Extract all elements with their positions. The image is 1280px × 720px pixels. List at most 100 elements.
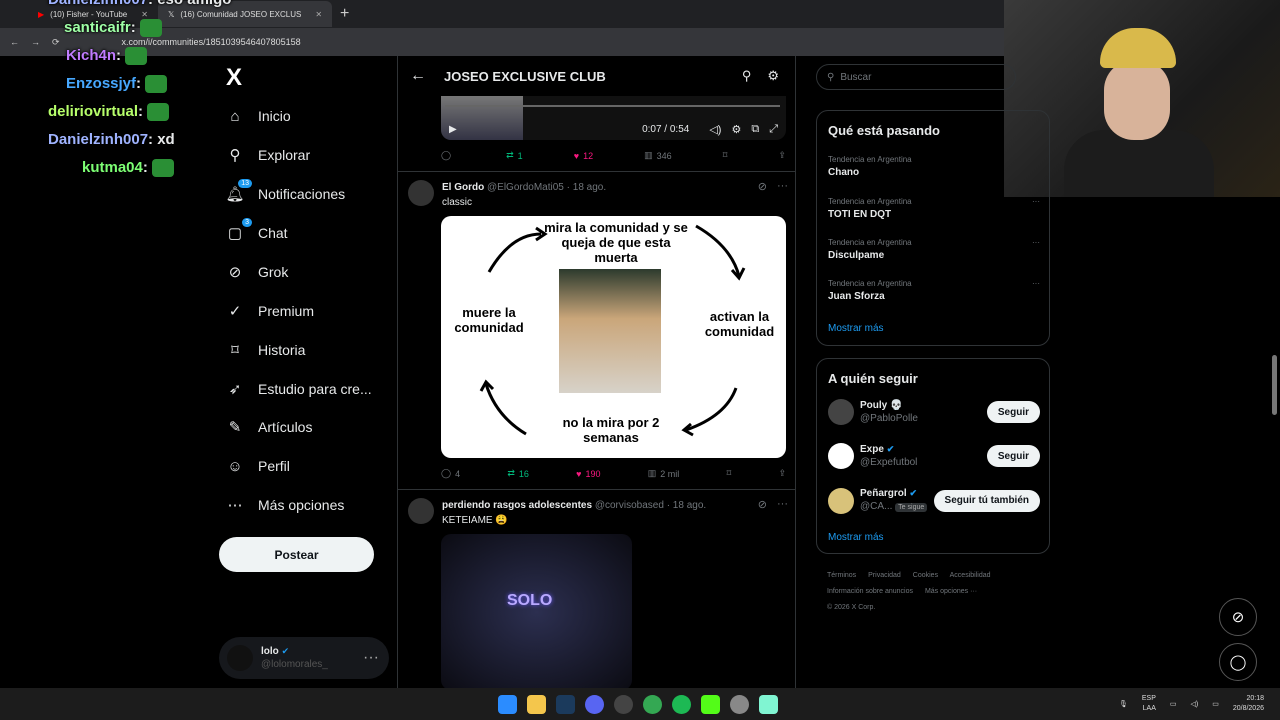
nav-item-mas-opciones[interactable]: ⋯ Más opciones: [226, 496, 345, 514]
play-icon[interactable]: ▶: [449, 124, 457, 135]
follow-button[interactable]: Seguir: [986, 401, 1040, 423]
pip-icon[interactable]: ⧉: [751, 123, 759, 136]
nav-item-inicio[interactable]: ⌂ Inicio: [226, 107, 290, 125]
nav-item-perfil[interactable]: ☺ Perfil: [226, 457, 290, 475]
forward-icon[interactable]: →: [31, 37, 40, 47]
back-icon[interactable]: ←: [10, 37, 19, 47]
meme-image[interactable]: mira la comunidad y se queja de que esta…: [441, 216, 786, 458]
messages-float-button[interactable]: ◯: [1219, 643, 1257, 681]
repost-button[interactable]: ⇄ 1: [506, 150, 523, 161]
grok-float-button[interactable]: ⊘: [1219, 598, 1257, 636]
spotify-icon[interactable]: [672, 694, 691, 714]
trend-item[interactable]: Tendencia en Argentina Juan Sforza ···: [828, 277, 1040, 303]
show-more-link[interactable]: Mostrar más: [828, 323, 884, 334]
scrollbar[interactable]: [1272, 355, 1277, 415]
kick-icon[interactable]: [701, 694, 720, 714]
more-icon[interactable]: ···: [363, 649, 379, 667]
bookmark-button[interactable]: ⌑: [723, 150, 728, 161]
chat-bubble-icon: ◯: [1229, 654, 1247, 671]
share-button[interactable]: ⇪: [778, 468, 786, 479]
nav-item-chat[interactable]: ▢ 3 Chat: [226, 218, 288, 242]
views-button[interactable]: ▥ 346: [644, 150, 672, 161]
obs-icon[interactable]: [614, 694, 633, 714]
author-handle[interactable]: @ElGordoMati05: [487, 182, 564, 193]
x-logo-icon[interactable]: X: [226, 64, 242, 92]
clock[interactable]: 20:18 20/8/2026: [1233, 694, 1264, 714]
nav-item-historia[interactable]: ⌑ Historia: [226, 341, 305, 359]
views-button[interactable]: ▥ 2 mil: [648, 468, 680, 479]
video-player[interactable]: ▶ 0:07 / 0:54 ◁) ⚙ ⧉ ⤢: [441, 96, 786, 140]
close-icon[interactable]: ✕: [315, 10, 322, 19]
repost-button[interactable]: ⇄ 16: [507, 468, 529, 479]
back-arrow-icon[interactable]: ←: [410, 67, 426, 85]
network-icon[interactable]: ▭: [1170, 700, 1177, 708]
streamlabs-icon[interactable]: [759, 694, 778, 714]
footer-link[interactable]: Accesibilidad: [950, 572, 991, 579]
steam-icon[interactable]: [556, 694, 575, 714]
search-icon[interactable]: ⚲: [742, 68, 752, 84]
bookmark-button[interactable]: ⌑: [727, 468, 732, 479]
footer-link[interactable]: Términos: [827, 572, 856, 579]
video-clip[interactable]: SOLO: [441, 534, 632, 688]
nav-item-premium[interactable]: ✓ Premium: [226, 302, 314, 320]
grok-icon[interactable]: ⊘: [758, 498, 767, 511]
footer-link[interactable]: Privacidad: [868, 572, 901, 579]
nav-item-estudio[interactable]: ➶ Estudio para cre...: [226, 380, 372, 398]
share-button[interactable]: ⇪: [778, 150, 786, 161]
reply-button[interactable]: ◯: [441, 150, 455, 161]
nav-item-articulos[interactable]: ✎ Artículos: [226, 418, 313, 436]
tweet-time[interactable]: · 18 ago.: [567, 182, 606, 193]
like-button[interactable]: ♥ 12: [574, 151, 593, 161]
show-more-link[interactable]: Mostrar más: [828, 532, 884, 543]
ccleaner-icon[interactable]: [730, 694, 749, 714]
reply-button[interactable]: ◯ 4: [441, 468, 460, 479]
more-icon[interactable]: ···: [1032, 236, 1040, 249]
nav-item-grok[interactable]: ⊘ Grok: [226, 263, 289, 281]
follow-button[interactable]: Seguir: [986, 445, 1040, 467]
follow-back-button[interactable]: Seguir tú también: [933, 489, 1040, 512]
trend-item[interactable]: Tendencia en Argentina TOTI EN DQT ···: [828, 195, 1040, 221]
fullscreen-icon[interactable]: ⤢: [769, 123, 778, 136]
search-input[interactable]: ⚲ Buscar: [816, 64, 1016, 90]
follow-suggestion[interactable]: Pouly 💀 @PabloPolle Seguir: [828, 399, 1040, 425]
video-progress-bar[interactable]: [445, 105, 780, 107]
new-tab-button[interactable]: +: [340, 5, 349, 23]
more-icon[interactable]: ···: [777, 180, 788, 193]
file-explorer-icon[interactable]: [527, 694, 546, 714]
gear-icon[interactable]: ⚙: [767, 68, 779, 84]
volume-icon[interactable]: ◁): [1191, 700, 1199, 708]
account-switcher[interactable]: lolo ✔ @lolomorales_ ···: [219, 637, 389, 679]
language-indicator[interactable]: ESP LAA: [1142, 694, 1156, 714]
post-button[interactable]: Postear: [219, 537, 374, 572]
avatar[interactable]: [408, 498, 434, 524]
author-handle[interactable]: @corvisobased: [595, 500, 664, 511]
follow-suggestion[interactable]: Expe ✔ @Expefutbol Seguir: [828, 443, 1040, 469]
follow-suggestion[interactable]: Peñargrol ✔ @CA... Te sigue Seguir tú ta…: [828, 487, 1040, 514]
battery-icon[interactable]: ▭: [1212, 700, 1219, 708]
author-name[interactable]: El Gordo: [442, 182, 484, 193]
more-icon[interactable]: ···: [1032, 277, 1040, 290]
tweet-time[interactable]: · 18 ago.: [667, 500, 706, 511]
footer-link[interactable]: Información sobre anuncios: [827, 588, 913, 595]
follow-names: Peñargrol ✔ @CA... Te sigue: [860, 487, 928, 514]
footer-link[interactable]: Más opciones ···: [925, 588, 977, 595]
grok-icon[interactable]: ⊘: [758, 180, 767, 193]
gear-icon[interactable]: ⚙: [731, 123, 741, 136]
footer-link[interactable]: Cookies: [913, 572, 938, 579]
avatar[interactable]: [408, 180, 434, 206]
video-controls: ▶ 0:07 / 0:54 ◁) ⚙ ⧉ ⤢: [441, 123, 786, 136]
trend-item[interactable]: Tendencia en Argentina Chano: [828, 153, 1040, 179]
more-icon[interactable]: ···: [777, 498, 788, 511]
nav-item-explorar[interactable]: ⚲ Explorar: [226, 146, 311, 164]
author-name[interactable]: perdiendo rasgos adolescentes: [442, 500, 592, 511]
discord-icon[interactable]: [585, 694, 604, 714]
like-button[interactable]: ♥ 190: [576, 469, 600, 479]
chrome-icon[interactable]: [643, 694, 662, 714]
nav-item-notificaciones[interactable]: 🔔︎ 13 Notificaciones: [225, 179, 345, 203]
more-icon[interactable]: ···: [1032, 195, 1040, 208]
trend-item[interactable]: Tendencia en Argentina Disculpame ···: [828, 236, 1040, 262]
chat-message: :: [142, 159, 148, 176]
volume-icon[interactable]: ◁): [709, 123, 721, 136]
windows-start-icon[interactable]: [498, 694, 517, 714]
microphone-icon[interactable]: 🎙︎: [1119, 700, 1128, 708]
